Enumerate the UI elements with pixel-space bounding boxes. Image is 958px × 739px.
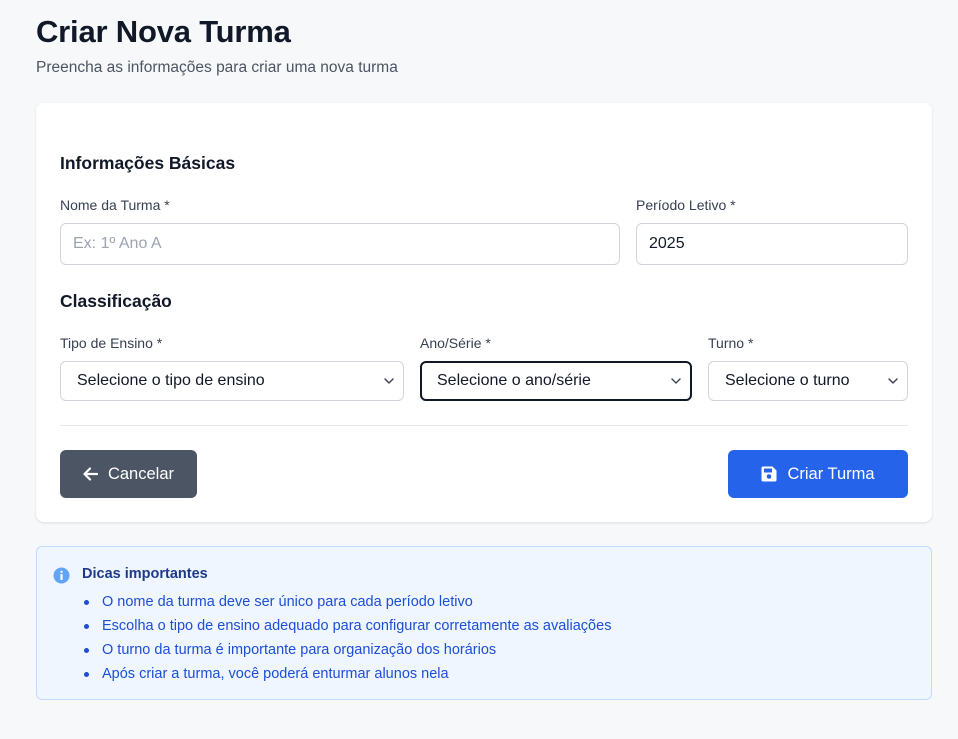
- ano-serie-select[interactable]: Selecione o ano/série: [420, 361, 692, 401]
- tips-panel: Dicas importantes O nome da turma deve s…: [36, 546, 932, 700]
- tipo-ensino-selected: Selecione o tipo de ensino: [77, 372, 265, 389]
- ano-serie-selected: Selecione o ano/série: [437, 372, 591, 389]
- turno-select[interactable]: Selecione o turno: [708, 361, 908, 401]
- basic-info-section-title: Informações Básicas: [60, 153, 236, 173]
- tipo-ensino-select[interactable]: Selecione o tipo de ensino: [60, 361, 404, 401]
- tips-title: Dicas importantes: [82, 566, 208, 582]
- arrow-left-icon: [83, 467, 98, 481]
- create-class-button[interactable]: Criar Turma: [728, 450, 908, 498]
- save-icon: [761, 466, 777, 482]
- chevron-down-icon: [671, 378, 681, 384]
- tip-item: O turno da turma é importante para organ…: [82, 640, 611, 664]
- cancel-button-label: Cancelar: [107, 464, 175, 483]
- turno-selected: Selecione o turno: [725, 372, 850, 389]
- turno-label: Turno *: [708, 335, 754, 351]
- info-icon: [53, 567, 70, 584]
- page-subtitle: Preencha as informações para criar uma n…: [36, 59, 398, 76]
- tips-list: O nome da turma deve ser único para cada…: [82, 592, 611, 688]
- divider: [60, 425, 908, 426]
- nome-turma-label: Nome da Turma *: [60, 197, 170, 213]
- create-class-button-label: Criar Turma: [787, 464, 875, 483]
- form-card: Informações Básicas Nome da Turma * Perí…: [36, 103, 932, 522]
- tipo-ensino-label: Tipo de Ensino *: [60, 335, 163, 351]
- classification-section-title: Classificação: [60, 291, 172, 311]
- tip-item: Após criar a turma, você poderá enturmar…: [82, 664, 611, 688]
- page-title: Criar Nova Turma: [36, 14, 291, 49]
- tip-item: O nome da turma deve ser único para cada…: [82, 592, 611, 616]
- chevron-down-icon: [384, 378, 394, 384]
- nome-turma-input[interactable]: [60, 223, 620, 265]
- chevron-down-icon: [888, 378, 898, 384]
- cancel-button[interactable]: Cancelar: [60, 450, 197, 498]
- periodo-letivo-label: Período Letivo *: [636, 197, 736, 213]
- periodo-letivo-input[interactable]: [636, 223, 908, 265]
- ano-serie-label: Ano/Série *: [420, 335, 491, 351]
- tip-item: Escolha o tipo de ensino adequado para c…: [82, 616, 611, 640]
